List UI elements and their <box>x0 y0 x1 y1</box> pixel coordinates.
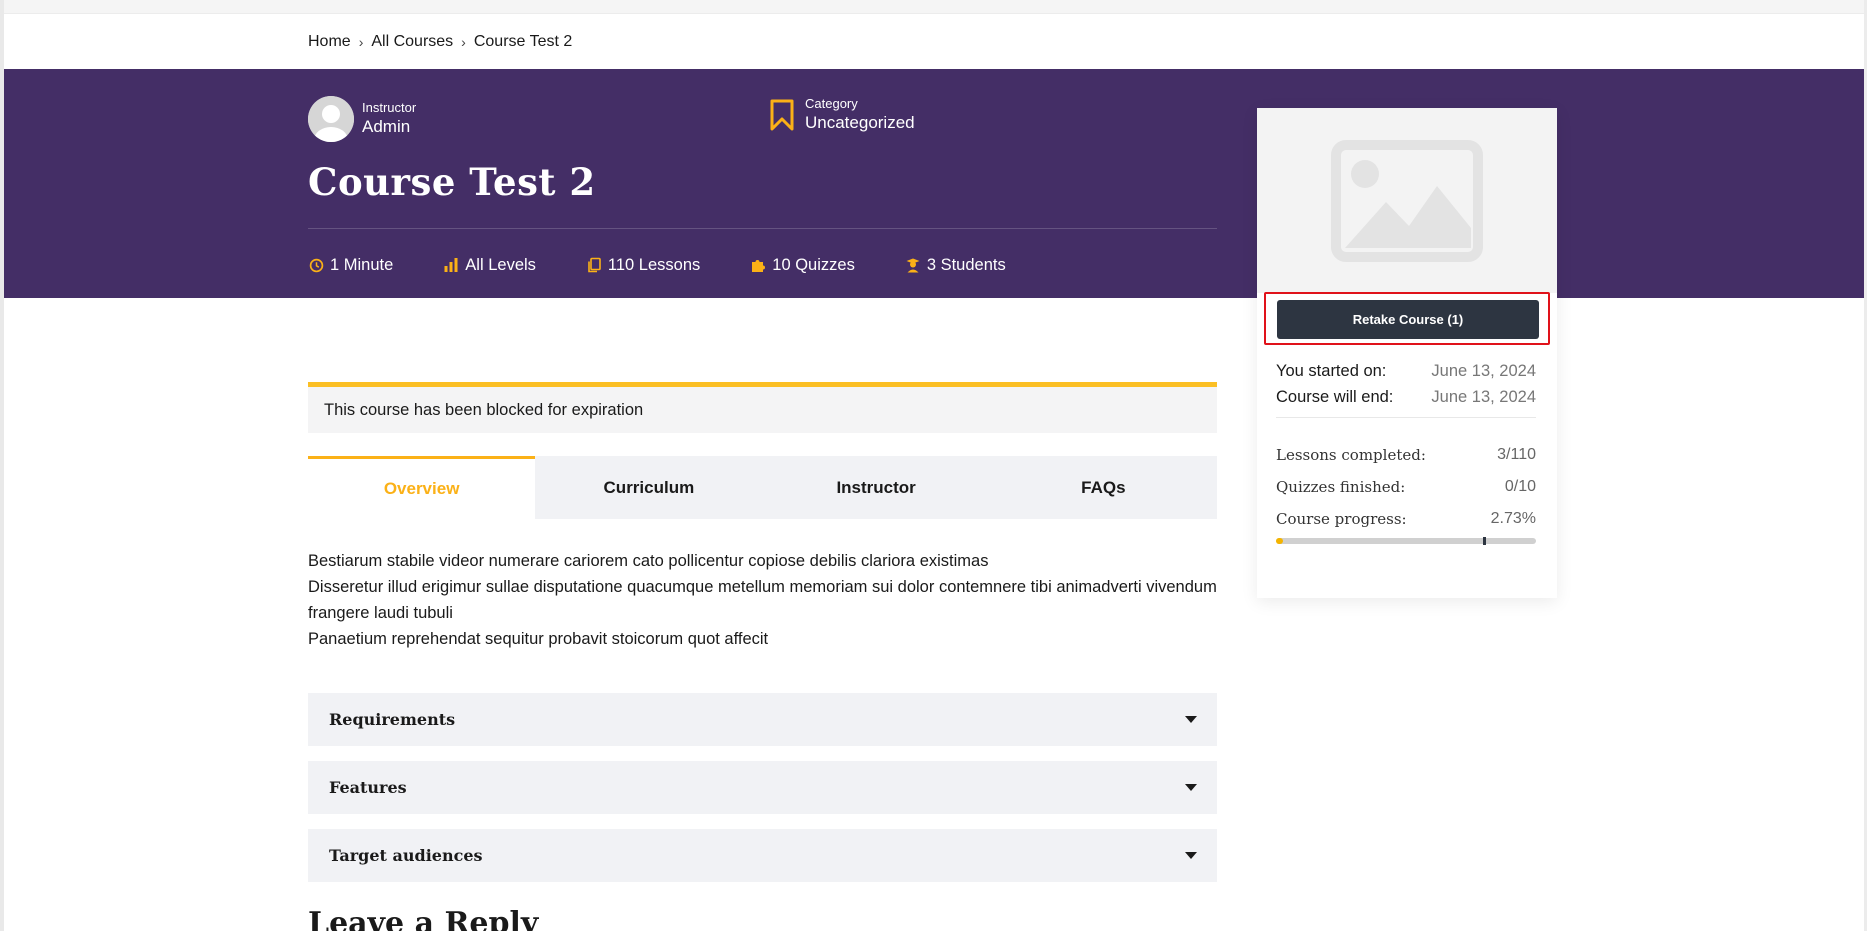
instructor-label: Instructor <box>362 100 417 115</box>
course-progress-bar <box>1276 537 1536 545</box>
puzzle-icon <box>750 257 766 273</box>
tab-overview[interactable]: Overview <box>308 456 536 519</box>
accordion-features[interactable]: Features <box>308 761 1217 814</box>
stat-lessons: 110 Lessons <box>586 256 700 275</box>
course-sidebar-card: Retake Course (1) You started on: June 1… <box>1257 108 1557 598</box>
tab-faqs[interactable]: FAQs <box>990 456 1217 519</box>
course-stats: 1 Minute All Levels 110 Lessons 10 Quizz… <box>308 254 1056 276</box>
lessons-completed-row: Lessons completed: 3/110 <box>1276 446 1536 464</box>
overview-content: Bestiarum stabile videor numerare carior… <box>308 548 1220 652</box>
stat-level: All Levels <box>443 256 536 275</box>
overview-paragraph: Panaetium reprehendat sequitur probavit … <box>308 630 769 648</box>
copy-icon <box>586 257 602 273</box>
breadcrumb-all-courses[interactable]: All Courses <box>371 33 453 51</box>
overview-paragraph: Disseretur illud erigimur sullae disputa… <box>308 578 1217 622</box>
instructor-name[interactable]: Admin <box>362 116 416 138</box>
instructor-meta: Instructor Admin <box>308 96 416 142</box>
tab-instructor[interactable]: Instructor <box>763 456 990 519</box>
breadcrumb-current: Course Test 2 <box>473 33 573 50</box>
card-divider <box>1276 417 1536 418</box>
image-placeholder-icon <box>1331 139 1483 262</box>
page-title: Course Test 2 <box>308 160 596 204</box>
browser-top-strip <box>0 0 1867 14</box>
category-label: Category <box>805 96 858 111</box>
breadcrumb: Home › All Courses › Course Test 2 <box>308 30 572 54</box>
started-row: You started on: June 13, 2024 <box>1276 362 1536 380</box>
graduate-icon <box>905 257 921 273</box>
stat-duration: 1 Minute <box>308 256 393 275</box>
course-thumbnail <box>1257 108 1557 293</box>
passing-grade-marker <box>1483 537 1486 545</box>
category-meta: Category Uncategorized <box>769 96 915 134</box>
caret-down-icon <box>1185 852 1197 859</box>
chevron-right-icon: › <box>461 34 466 50</box>
expiration-alert: This course has been blocked for expirat… <box>308 382 1217 433</box>
retake-highlight: Retake Course (1) <box>1264 292 1550 345</box>
category-value[interactable]: Uncategorized <box>805 112 915 134</box>
tab-curriculum[interactable]: Curriculum <box>535 456 762 519</box>
chevron-right-icon: › <box>358 34 364 50</box>
end-row: Course will end: June 13, 2024 <box>1276 388 1536 406</box>
quizzes-finished-row: Quizzes finished: 0/10 <box>1276 478 1536 496</box>
course-progress-row: Course progress: 2.73% <box>1276 510 1536 528</box>
caret-down-icon <box>1185 784 1197 791</box>
hero-divider <box>308 228 1217 229</box>
stat-quizzes: 10 Quizzes <box>750 256 855 275</box>
clock-icon <box>308 257 324 273</box>
breadcrumb-home[interactable]: Home <box>308 33 351 51</box>
caret-down-icon <box>1185 716 1197 723</box>
course-tabs: Overview Curriculum Instructor FAQs <box>308 456 1217 519</box>
accordion-requirements[interactable]: Requirements <box>308 693 1217 746</box>
bar-chart-icon <box>443 257 459 273</box>
leave-reply-heading: Leave a Reply <box>308 906 539 931</box>
bookmark-icon <box>770 99 794 131</box>
retake-course-button[interactable]: Retake Course (1) <box>1277 300 1539 339</box>
stat-students: 3 Students <box>905 256 1006 275</box>
avatar[interactable] <box>308 96 354 142</box>
overview-paragraph: Bestiarum stabile videor numerare carior… <box>308 552 989 570</box>
accordion-target-audiences[interactable]: Target audiences <box>308 829 1217 882</box>
progress-fill <box>1276 538 1284 544</box>
user-icon <box>308 96 354 142</box>
